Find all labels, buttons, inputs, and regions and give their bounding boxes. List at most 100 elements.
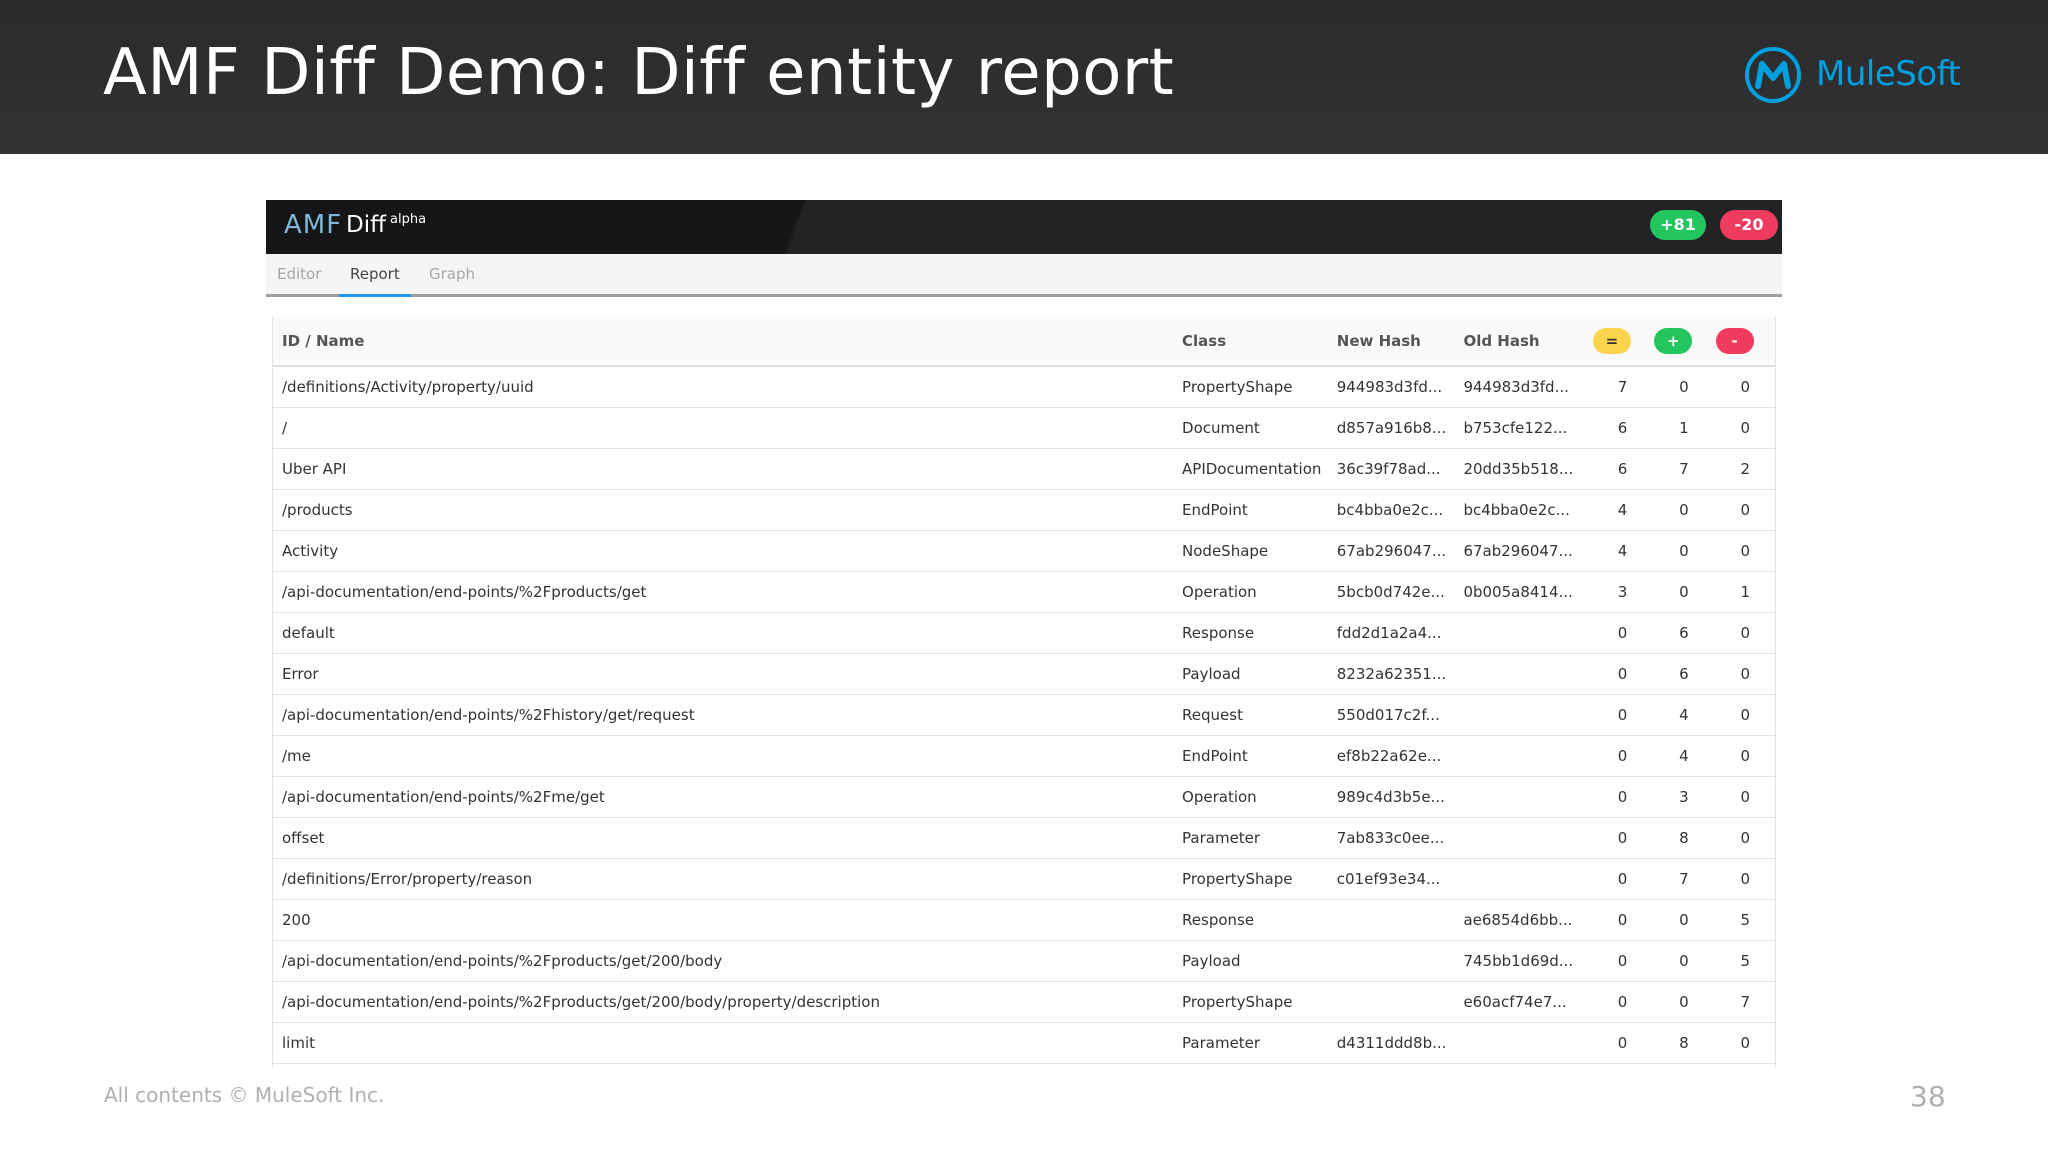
cell-equal: 7	[1591, 366, 1654, 408]
cell-added: 0	[1653, 899, 1715, 941]
cell-new-hash: 36c39f78ad...	[1330, 448, 1458, 490]
cell-equal: 0	[1591, 817, 1654, 859]
cell-old-hash	[1457, 612, 1592, 654]
table-body: /definitions/Activity/property/uuid Prope…	[272, 366, 1776, 1068]
app-topbar: AMF Diff alpha +81 -20	[266, 200, 1782, 254]
cell-id: Error	[272, 653, 1177, 695]
table-row[interactable]: default Response fdd2d1a2a4... 0 6 0	[272, 612, 1776, 654]
cell-equal: 0	[1591, 858, 1654, 900]
cell-removed: 0	[1714, 489, 1776, 531]
table-row[interactable]: / Document d857a916b8... b753cfe122... 6 1 0	[272, 407, 1776, 449]
cell-new-hash: 550d017c2f...	[1330, 694, 1458, 736]
cell-id: /api-documentation/end-points/%2Fhistory…	[272, 694, 1177, 736]
col-header-old-hash[interactable]: Old Hash	[1457, 317, 1592, 367]
table-row[interactable]: /api-documentation/end-points/%2Fhistory…	[272, 694, 1776, 736]
table-row[interactable]: /definitions/Error/property/reason Proper…	[272, 858, 1776, 900]
cell-removed: 0	[1714, 776, 1776, 818]
cell-new-hash	[1330, 981, 1458, 1023]
cell-added: 0	[1653, 981, 1715, 1023]
table-row[interactable]: offset Parameter 7ab833c0ee... 0 8 0	[272, 817, 1776, 859]
cell-old-hash: 0b005a8414...	[1457, 571, 1592, 613]
amf-logo: AMF	[284, 210, 343, 240]
table-row[interactable]: /me EndPoint ef8b22a62e... 0 4 0	[272, 735, 1776, 777]
table-row[interactable]: /definitions/Activity/property/uuid Prope…	[272, 366, 1776, 408]
cell-removed: 0	[1714, 735, 1776, 777]
col-header-equal[interactable]: =	[1591, 317, 1654, 367]
cell-old-hash	[1457, 776, 1592, 818]
cell-removed: 0	[1714, 817, 1776, 859]
cell-equal: 4	[1591, 530, 1654, 572]
cell-equal: 3	[1591, 571, 1654, 613]
cell-new-hash: c0f7642420...	[1330, 1063, 1458, 1068]
cell-old-hash	[1457, 1022, 1592, 1064]
cell-id: /api-documentation/end-points/%2Fme/get	[272, 776, 1177, 818]
cell-new-hash	[1330, 940, 1458, 982]
col-header-id[interactable]: ID / Name	[272, 317, 1177, 367]
cell-id: /me	[272, 735, 1177, 777]
table-row[interactable]: Uber API APIDocumentation 36c39f78ad... 20d…	[272, 448, 1776, 490]
cell-removed: 0	[1714, 1063, 1776, 1068]
cell-new-hash: c01ef93e34...	[1330, 858, 1458, 900]
cell-old-hash: bc4bba0e2c...	[1457, 489, 1592, 531]
cell-id: /api-documentation/end-points/%2Fproduct…	[272, 981, 1177, 1023]
table-row[interactable]: Activity NodeShape 67ab296047... 67ab296047…	[272, 530, 1776, 572]
mulesoft-m-icon	[1745, 47, 1801, 103]
cell-old-hash: e60acf74e7...	[1457, 981, 1592, 1023]
removed-total-badge: -20	[1720, 210, 1778, 240]
cell-class: Parameter	[1176, 1022, 1331, 1064]
cell-added: 8	[1653, 817, 1715, 859]
cell-old-hash	[1457, 735, 1592, 777]
cell-id: offset	[272, 817, 1177, 859]
cell-class: Document	[1176, 407, 1331, 449]
cell-id: default	[272, 612, 1177, 654]
cell-id: limit	[272, 1022, 1177, 1064]
cell-class: Operation	[1176, 571, 1331, 613]
cell-old-hash	[1457, 694, 1592, 736]
cell-equal: 0	[1591, 735, 1654, 777]
cell-removed: 7	[1714, 981, 1776, 1023]
cell-class: Operation	[1176, 776, 1331, 818]
cell-added: 0	[1653, 489, 1715, 531]
col-header-removed[interactable]: -	[1714, 317, 1776, 367]
cell-old-hash	[1457, 1063, 1592, 1068]
cell-removed: 2	[1714, 448, 1776, 490]
tab-editor[interactable]: Editor	[266, 265, 332, 294]
cell-removed: 1	[1714, 571, 1776, 613]
table-row[interactable]: Error Payload 8232a62351... 0 6 0	[272, 653, 1776, 695]
table-row[interactable]: /api-documentation/end-points/%2Fproduct…	[272, 571, 1776, 613]
cell-added: 0	[1653, 571, 1715, 613]
cell-added: 4	[1653, 735, 1715, 777]
equal-badge: =	[1592, 328, 1631, 354]
table-row[interactable]: /api-documentation/end-points/%2Fproduct…	[272, 940, 1776, 982]
cell-added: 6	[1653, 653, 1715, 695]
cell-removed: 0	[1714, 407, 1776, 449]
cell-old-hash: 944983d3fd...	[1457, 366, 1592, 408]
table-row[interactable]: /api-documentation/end-points/%2Fme/get O…	[272, 776, 1776, 818]
cell-new-hash: 67ab296047...	[1330, 530, 1458, 572]
cell-removed: 0	[1714, 694, 1776, 736]
cell-added: 4	[1653, 694, 1715, 736]
table-row[interactable]: /historyEndPointc0f7642420... 040	[272, 1063, 1776, 1068]
cell-equal: 0	[1591, 694, 1654, 736]
col-header-added[interactable]: +	[1653, 317, 1715, 367]
cell-added: 6	[1653, 612, 1715, 654]
table-row[interactable]: /api-documentation/end-points/%2Fproduct…	[272, 981, 1776, 1023]
cell-old-hash: 67ab296047...	[1457, 530, 1592, 572]
table-row[interactable]: 200 Response ae6854d6bb... 0 0 5	[272, 899, 1776, 941]
cell-equal: 0	[1591, 776, 1654, 818]
cell-class: APIDocumentation	[1176, 448, 1331, 490]
col-header-class[interactable]: Class	[1176, 317, 1331, 367]
tab-report[interactable]: Report	[339, 265, 411, 297]
table-header-row: ID / Name Class New Hash Old Hash = + -	[272, 317, 1776, 367]
cell-added: 8	[1653, 1022, 1715, 1064]
cell-new-hash: 7ab833c0ee...	[1330, 817, 1458, 859]
table-row[interactable]: limit Parameter d4311ddd8b... 0 8 0	[272, 1022, 1776, 1064]
cell-removed: 5	[1714, 899, 1776, 941]
tab-graph[interactable]: Graph	[418, 265, 486, 294]
cell-added: 0	[1653, 940, 1715, 982]
col-header-new-hash[interactable]: New Hash	[1330, 317, 1458, 367]
table-row[interactable]: /products EndPoint bc4bba0e2c... bc4bba0e2c…	[272, 489, 1776, 531]
cell-added: 0	[1653, 366, 1715, 408]
cell-new-hash	[1330, 899, 1458, 941]
cell-old-hash	[1457, 858, 1592, 900]
